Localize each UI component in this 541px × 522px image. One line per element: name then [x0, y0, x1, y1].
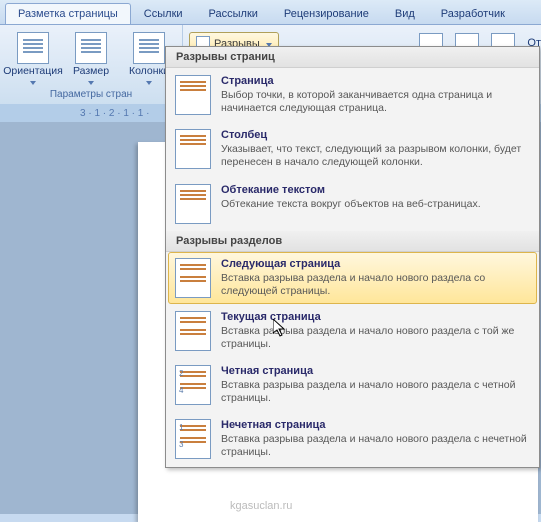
columns-label: Колонки	[129, 66, 169, 78]
tab-page-layout[interactable]: Разметка страницы	[5, 3, 131, 24]
size-icon	[75, 32, 107, 64]
menu-item-text-wrapping[interactable]: Обтекание текстом Обтекание текста вокру…	[166, 177, 539, 231]
menu-item-title: Текущая страница	[221, 311, 530, 323]
odd-page-icon: 3	[175, 419, 211, 459]
menu-item-desc: Вставка разрыва раздела и начало нового …	[221, 325, 530, 351]
size-label: Размер	[73, 66, 109, 78]
menu-item-title: Следующая страница	[221, 258, 530, 270]
ribbon-group-page-setup: Ориентация Размер Колонки Параметры стра…	[0, 25, 183, 104]
size-button[interactable]: Размер	[66, 32, 116, 85]
column-break-icon	[175, 129, 211, 169]
breaks-dropdown: Разрывы страниц Страница Выбор точки, в …	[165, 46, 540, 468]
menu-item-desc: Вставка разрыва раздела и начало нового …	[221, 379, 530, 405]
menu-item-title: Обтекание текстом	[221, 184, 530, 196]
menu-item-continuous[interactable]: Текущая страница Вставка разрыва раздела…	[166, 304, 539, 358]
menu-item-desc: Выбор точки, в которой заканчивается одн…	[221, 89, 530, 115]
menu-item-column-break[interactable]: Столбец Указывает, что текст, следующий …	[166, 122, 539, 176]
orientation-button[interactable]: Ориентация	[8, 32, 58, 85]
tab-developer[interactable]: Разработчик	[428, 3, 518, 24]
menu-item-desc: Вставка разрыва раздела и начало нового …	[221, 272, 530, 298]
menu-item-desc: Обтекание текста вокруг объектов на веб-…	[221, 198, 530, 211]
dropdown-section-page-breaks: Разрывы страниц	[166, 47, 539, 68]
dropdown-section-section-breaks: Разрывы разделов	[166, 231, 539, 252]
menu-item-desc: Указывает, что текст, следующий за разры…	[221, 143, 530, 169]
tab-references[interactable]: Ссылки	[131, 3, 196, 24]
menu-item-title: Столбец	[221, 129, 530, 141]
menu-item-desc: Вставка разрыва раздела и начало нового …	[221, 433, 530, 459]
orientation-icon	[17, 32, 49, 64]
menu-item-odd-page[interactable]: 3 Нечетная страница Вставка разрыва разд…	[166, 412, 539, 466]
menu-item-page-break[interactable]: Страница Выбор точки, в которой заканчив…	[166, 68, 539, 122]
menu-item-next-page[interactable]: Следующая страница Вставка разрыва разде…	[168, 252, 537, 304]
tab-review[interactable]: Рецензирование	[271, 3, 382, 24]
next-page-icon	[175, 258, 211, 298]
chevron-down-icon	[88, 81, 94, 85]
menu-item-even-page[interactable]: 4 Четная страница Вставка разрыва раздел…	[166, 358, 539, 412]
tab-mailings[interactable]: Рассылки	[196, 3, 271, 24]
menu-item-title: Нечетная страница	[221, 419, 530, 431]
continuous-icon	[175, 311, 211, 351]
menu-item-title: Страница	[221, 75, 530, 87]
even-page-icon: 4	[175, 365, 211, 405]
page-break-icon	[175, 75, 211, 115]
group-label: Параметры стран	[8, 87, 174, 102]
tab-view[interactable]: Вид	[382, 3, 428, 24]
chevron-down-icon	[30, 81, 36, 85]
chevron-down-icon	[146, 81, 152, 85]
text-wrapping-icon	[175, 184, 211, 224]
columns-icon	[133, 32, 165, 64]
orientation-label: Ориентация	[3, 66, 63, 78]
menu-item-title: Четная страница	[221, 365, 530, 377]
ribbon-tabs: Разметка страницы Ссылки Рассылки Реценз…	[0, 0, 541, 24]
